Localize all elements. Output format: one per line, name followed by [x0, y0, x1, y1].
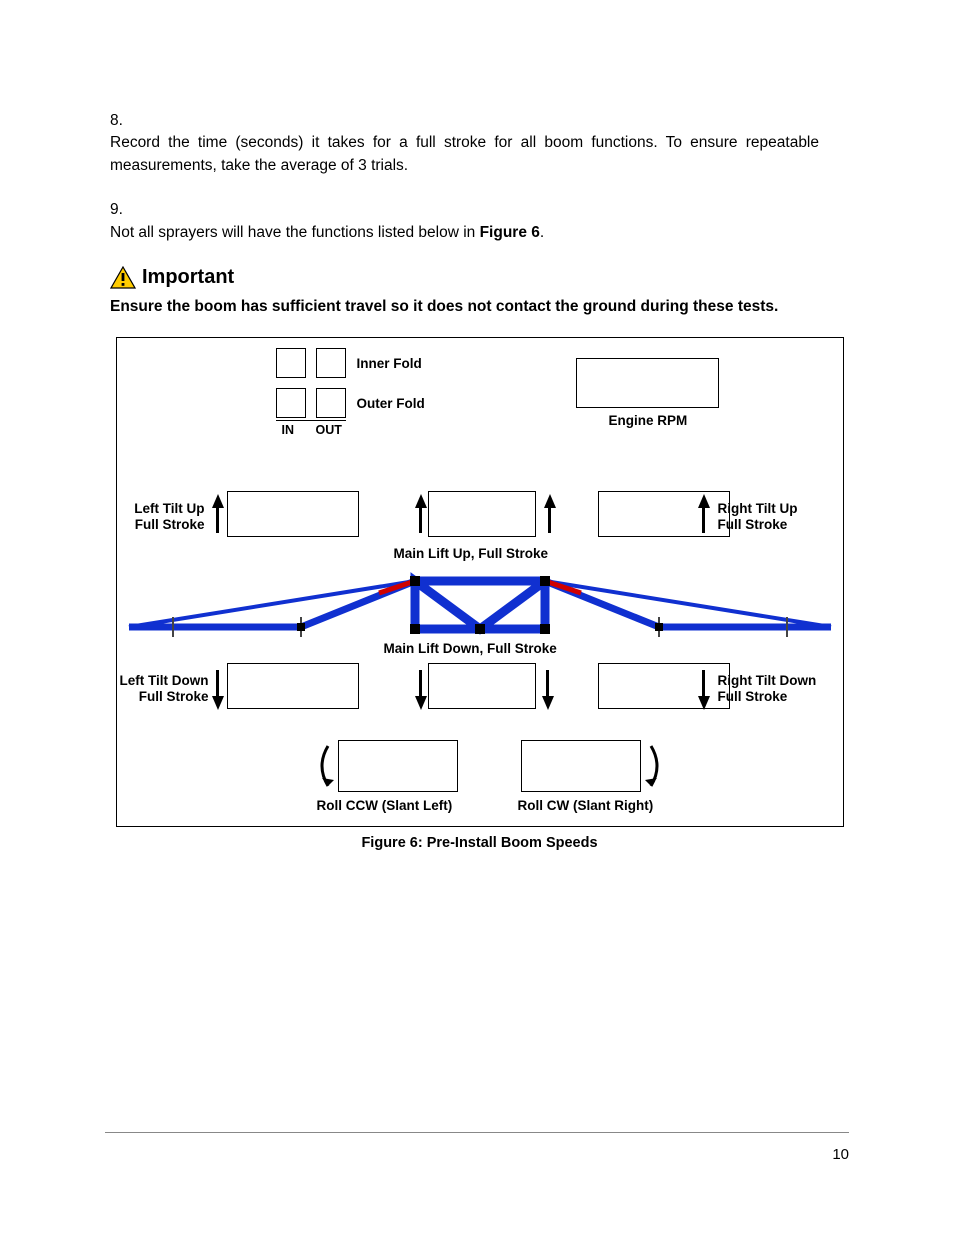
- arrow-down-icon: [698, 696, 710, 710]
- list-text: Not all sprayers will have the functions…: [110, 224, 480, 241]
- label-left-tilt-down-2: Full Stroke: [117, 689, 209, 704]
- figure-6-diagram: Inner Fold Outer Fold IN OUT Engine RPM …: [116, 337, 844, 827]
- outer-fold-out-box: [316, 388, 346, 418]
- main-lift-up-box: [428, 491, 536, 537]
- label-engine-rpm: Engine RPM: [609, 413, 688, 428]
- roll-cw-icon: [643, 740, 667, 792]
- label-roll-ccw: Roll CCW (Slant Left): [317, 798, 453, 813]
- label-main-lift-up: Main Lift Up, Full Stroke: [394, 546, 549, 561]
- label-main-lift-down: Main Lift Down, Full Stroke: [384, 641, 557, 656]
- roll-ccw-box: [338, 740, 458, 792]
- roll-ccw-icon: [312, 740, 336, 792]
- figure-caption: Figure 6: Pre-Install Boom Speeds: [110, 835, 849, 851]
- label-right-tilt-down-1: Right Tilt Down: [718, 673, 817, 688]
- arrow-up-icon: [544, 494, 556, 508]
- warning-icon: [110, 266, 136, 289]
- list-number: 8.: [110, 110, 136, 132]
- arrow-down-icon: [542, 696, 554, 710]
- label-left-tilt-down-1: Left Tilt Down: [117, 673, 209, 688]
- label-inner-fold: Inner Fold: [357, 356, 422, 371]
- inner-fold-out-box: [316, 348, 346, 378]
- footer-rule: [105, 1132, 849, 1133]
- right-tilt-down-box: [598, 663, 730, 709]
- page-number: 10: [832, 1146, 849, 1163]
- figure-ref: Figure 6: [480, 224, 540, 241]
- label-roll-cw: Roll CW (Slant Right): [518, 798, 654, 813]
- arrow-down-icon: [212, 696, 224, 710]
- list-text: .: [540, 224, 544, 241]
- boom-drawing: [117, 563, 843, 643]
- list-body: Record the time (seconds) it takes for a…: [110, 132, 819, 177]
- inner-fold-in-box: [276, 348, 306, 378]
- arrow-up-icon: [212, 494, 224, 508]
- right-tilt-up-box: [598, 491, 730, 537]
- label-left-tilt-up-2: Full Stroke: [130, 517, 205, 532]
- outer-fold-in-box: [276, 388, 306, 418]
- label-right-tilt-up-1: Right Tilt Up: [718, 501, 798, 516]
- engine-rpm-box: [576, 358, 719, 408]
- label-out: OUT: [316, 423, 342, 437]
- arrow-up-icon: [698, 494, 710, 508]
- main-lift-down-box: [428, 663, 536, 709]
- in-out-line: [276, 420, 346, 421]
- label-outer-fold: Outer Fold: [357, 396, 425, 411]
- left-tilt-up-box: [227, 491, 359, 537]
- important-label: Important: [142, 266, 234, 289]
- arrow-down-icon: [415, 696, 427, 710]
- list-item-8: 8. Record the time (seconds) it takes fo…: [110, 110, 849, 177]
- roll-cw-box: [521, 740, 641, 792]
- arrow-up-icon: [415, 494, 427, 508]
- list-number: 9.: [110, 199, 136, 221]
- label-right-tilt-up-2: Full Stroke: [718, 517, 788, 532]
- important-text: Ensure the boom has sufficient travel so…: [110, 295, 849, 318]
- list-body: Not all sprayers will have the functions…: [110, 222, 819, 244]
- important-heading: Important: [110, 266, 849, 289]
- list-item-9: 9. Not all sprayers will have the functi…: [110, 199, 849, 244]
- left-tilt-down-box: [227, 663, 359, 709]
- label-left-tilt-up-1: Left Tilt Up: [130, 501, 205, 516]
- label-in: IN: [282, 423, 295, 437]
- label-right-tilt-down-2: Full Stroke: [718, 689, 788, 704]
